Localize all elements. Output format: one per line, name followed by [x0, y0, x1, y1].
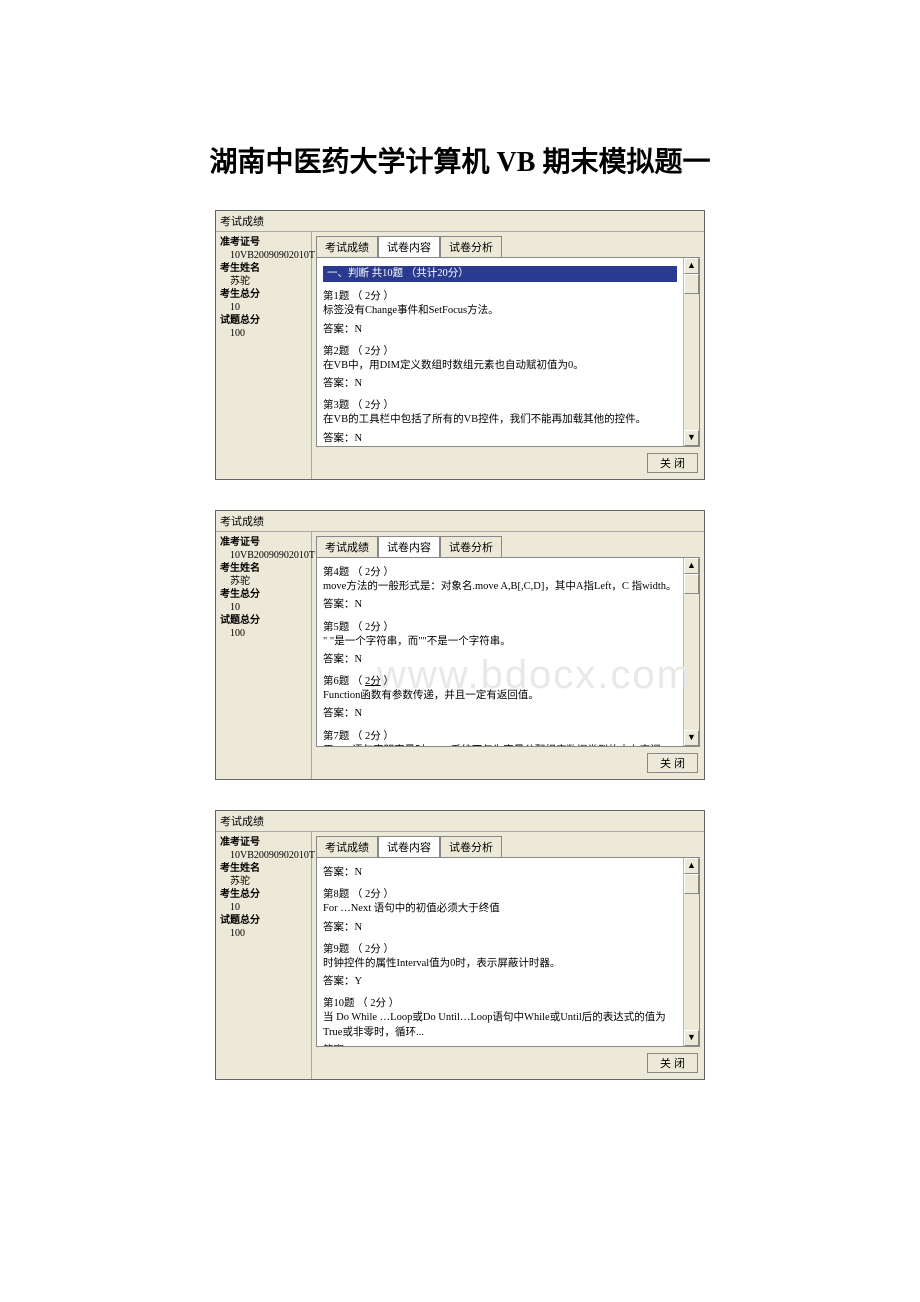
scroll-down-icon[interactable]: ▼ [684, 730, 699, 746]
q3-title: 第3题 （ 2分 ） [323, 399, 677, 413]
total-value: 100 [220, 327, 307, 340]
q5-answer: 答案：N [323, 653, 677, 667]
q7-title: 第7题 （ 2分 ） [323, 730, 677, 744]
sidebar: 准考证号 10VB20090902010T 考生姓名 苏驼 考生总分 10 试题… [216, 232, 312, 479]
score-label: 考生总分 [220, 288, 307, 301]
q1-title: 第1题 （ 2分 ） [323, 290, 677, 304]
q4-body: move方法的一般形式是：对象名.move A,B[,C,D]，其中A指Left… [323, 580, 677, 594]
exam-panel-1: 考试成绩 准考证号 10VB20090902010T 考生姓名 苏驼 考生总分 … [215, 210, 705, 480]
window-title: 考试成绩 [216, 811, 704, 832]
exam-panel-3: 考试成绩 准考证号 10VB20090902010T 考生姓名 苏驼 考生总分 … [215, 810, 705, 1080]
q7-answer: 答案：N [323, 866, 677, 880]
total-label: 试题总分 [220, 914, 307, 927]
tab-score[interactable]: 考试成绩 [316, 236, 378, 257]
tab-analysis[interactable]: 试卷分析 [440, 236, 502, 257]
ticket-label: 准考证号 [220, 836, 307, 849]
q4-answer: 答案：N [323, 598, 677, 612]
name-value: 苏驼 [220, 875, 307, 888]
scrollbar[interactable]: ▲ ▼ [683, 558, 699, 746]
tabs: 考试成绩 试卷内容 试卷分析 [312, 232, 704, 257]
sidebar: 准考证号 10VB20090902010T 考生姓名 苏驼 考生总分 10 试题… [216, 832, 312, 1079]
q5-title: 第5题 （ 2分 ） [323, 621, 677, 635]
ticket-value: 10VB20090902010T [220, 549, 307, 562]
q7-body: 用Dim语句声明变量时，VB系统不仅为变量分配相应数据类型的内在空间，而且还为变… [323, 744, 677, 746]
section-header-1: 一、判断 共10题 （共计20分） [323, 266, 677, 282]
exam-panel-2: 考试成绩 准考证号 10VB20090902010T 考生姓名 苏驼 考生总分 … [215, 510, 705, 780]
q1-answer: 答案：N [323, 323, 677, 337]
scrollbar[interactable]: ▲ ▼ [683, 258, 699, 446]
q6-answer: 答案：N [323, 707, 677, 721]
ticket-value: 10VB20090902010T [220, 249, 307, 262]
score-label: 考生总分 [220, 588, 307, 601]
window-title: 考试成绩 [216, 511, 704, 532]
q8-title: 第8题 （ 2分 ） [323, 888, 677, 902]
tabs: 考试成绩 试卷内容 试卷分析 [312, 832, 704, 857]
name-label: 考生姓名 [220, 562, 307, 575]
total-label: 试题总分 [220, 614, 307, 627]
ticket-value: 10VB20090902010T [220, 849, 307, 862]
tab-content[interactable]: 试卷内容 [378, 536, 440, 557]
content-scrollpane: 答案：N 第8题 （ 2分 ） For …Next 语句中的初值必须大于终值 答… [317, 858, 683, 1046]
q3-body: 在VB的工具栏中包括了所有的VB控件，我们不能再加载其他的控件。 [323, 413, 677, 427]
score-value: 10 [220, 601, 307, 614]
total-value: 100 [220, 627, 307, 640]
q1-body: 标签没有Change事件和SetFocus方法。 [323, 304, 677, 318]
q2-title: 第2题 （ 2分 ） [323, 345, 677, 359]
tab-content[interactable]: 试卷内容 [378, 836, 440, 857]
tab-score[interactable]: 考试成绩 [316, 836, 378, 857]
page-title: 湖南中医药大学计算机 VB 期末模拟题一 [0, 140, 920, 180]
q6-body: Function函数有参数传递，并且一定有返回值。 [323, 689, 677, 703]
q5-body: " "是一个字符串，而""不是一个字符串。 [323, 635, 677, 649]
scrollbar[interactable]: ▲ ▼ [683, 858, 699, 1046]
name-value: 苏驼 [220, 275, 307, 288]
scroll-thumb[interactable] [684, 574, 699, 594]
ticket-label: 准考证号 [220, 236, 307, 249]
q2-answer: 答案：N [323, 377, 677, 391]
window-title: 考试成绩 [216, 211, 704, 232]
sidebar: 准考证号 10VB20090902010T 考生姓名 苏驼 考生总分 10 试题… [216, 532, 312, 779]
close-button[interactable]: 关 闭 [647, 1053, 698, 1073]
q3-answer: 答案：N [323, 432, 677, 446]
q6-title: 第6题 （ 2分 ） [323, 676, 394, 687]
score-label: 考生总分 [220, 888, 307, 901]
q4-title: 第4题 （ 2分 ） [323, 566, 677, 580]
tab-content[interactable]: 试卷内容 [378, 236, 440, 257]
scroll-down-icon[interactable]: ▼ [684, 1030, 699, 1046]
scroll-up-icon[interactable]: ▲ [684, 258, 699, 274]
q9-body: 时钟控件的属性Interval值为0时，表示屏蔽计时器。 [323, 957, 677, 971]
scroll-down-icon[interactable]: ▼ [684, 430, 699, 446]
name-value: 苏驼 [220, 575, 307, 588]
q8-body: For …Next 语句中的初值必须大于终值 [323, 902, 677, 916]
close-button[interactable]: 关 闭 [647, 753, 698, 773]
scroll-thumb[interactable] [684, 874, 699, 894]
name-label: 考生姓名 [220, 862, 307, 875]
ticket-label: 准考证号 [220, 536, 307, 549]
scroll-up-icon[interactable]: ▲ [684, 858, 699, 874]
total-label: 试题总分 [220, 314, 307, 327]
tab-score[interactable]: 考试成绩 [316, 536, 378, 557]
q9-title: 第9题 （ 2分 ） [323, 943, 677, 957]
content-scrollpane: 一、判断 共10题 （共计20分） 第1题 （ 2分 ） 标签没有Change事… [317, 258, 683, 446]
total-value: 100 [220, 927, 307, 940]
q9-answer: 答案：Y [323, 975, 677, 989]
score-value: 10 [220, 301, 307, 314]
q2-body: 在VB中，用DIM定义数组时数组元素也自动赋初值为0。 [323, 359, 677, 373]
scroll-up-icon[interactable]: ▲ [684, 558, 699, 574]
q10-answer: 答案：N [323, 1044, 677, 1046]
q10-title: 第10题 （ 2分 ） [323, 997, 677, 1011]
scroll-thumb[interactable] [684, 274, 699, 294]
content-scrollpane: 第4题 （ 2分 ） move方法的一般形式是：对象名.move A,B[,C,… [317, 558, 683, 746]
tabs: 考试成绩 试卷内容 试卷分析 [312, 532, 704, 557]
name-label: 考生姓名 [220, 262, 307, 275]
q8-answer: 答案：N [323, 921, 677, 935]
close-button[interactable]: 关 闭 [647, 453, 698, 473]
score-value: 10 [220, 901, 307, 914]
q10-body: 当 Do While …Loop或Do Until…Loop语句中While或U… [323, 1011, 677, 1039]
tab-analysis[interactable]: 试卷分析 [440, 836, 502, 857]
tab-analysis[interactable]: 试卷分析 [440, 536, 502, 557]
